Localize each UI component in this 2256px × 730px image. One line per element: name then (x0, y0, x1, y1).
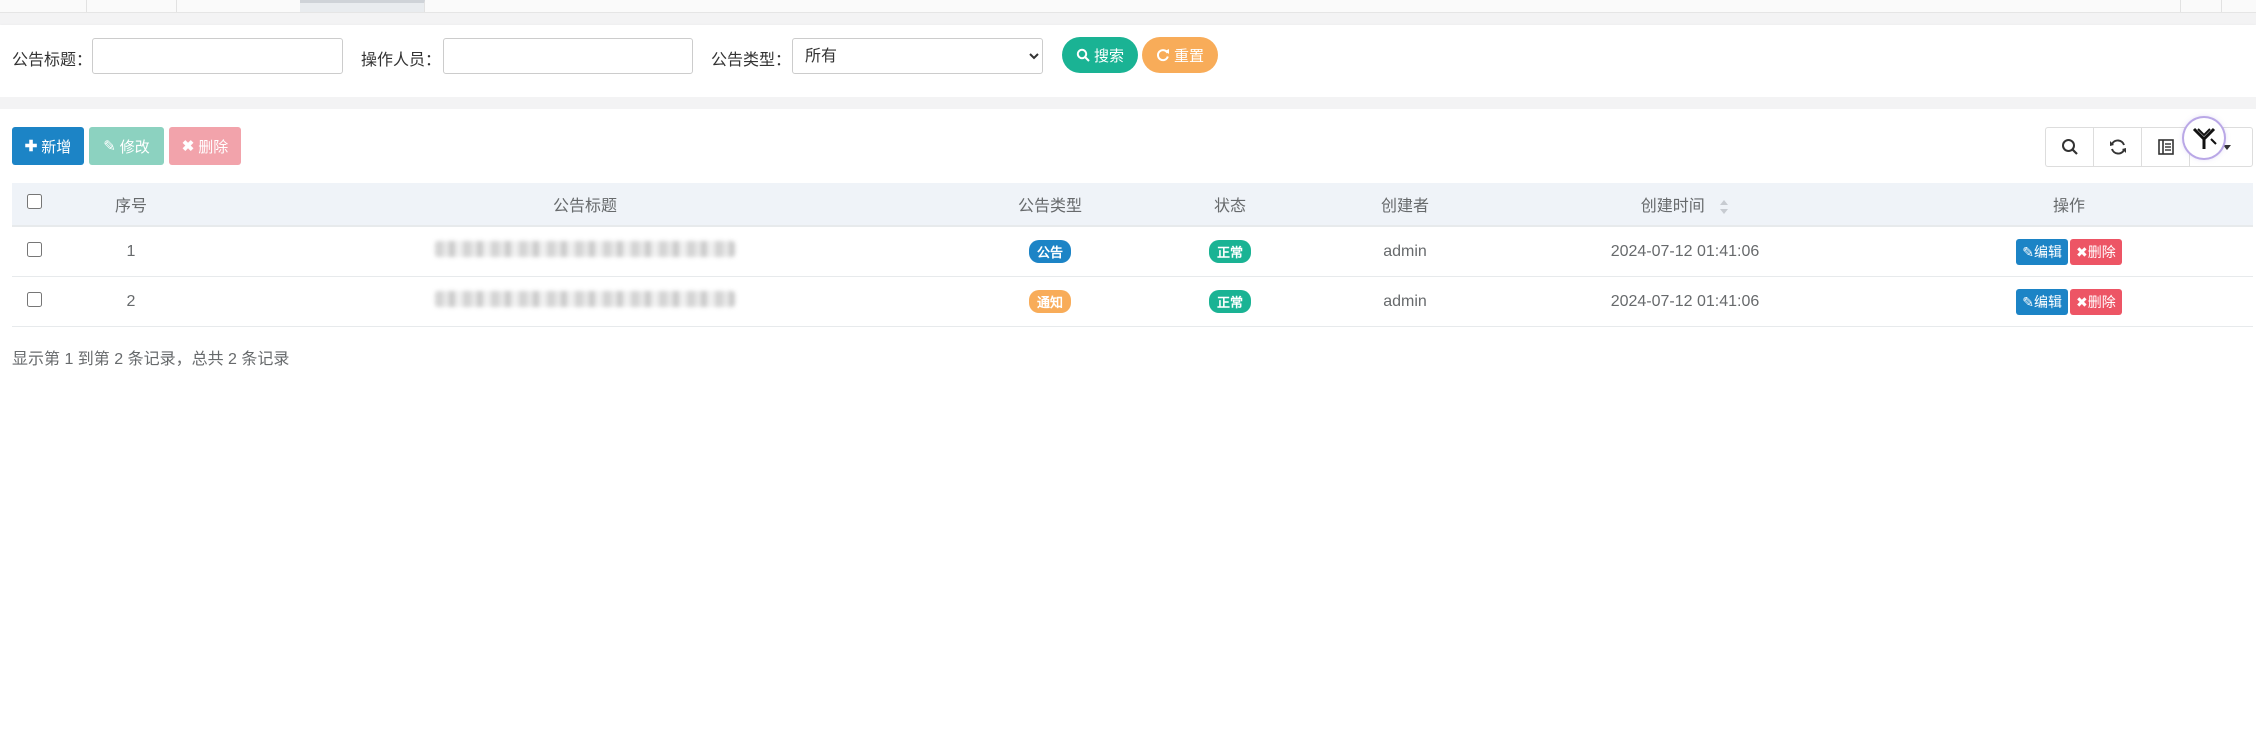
row-created: 2024-07-12 01:41:06 (1485, 276, 1885, 327)
redacted-text (435, 291, 735, 307)
table-row[interactable]: 2 通知 正常 admin 2024-07-12 01:41:06 ✎编辑 ✖删除 (12, 276, 2253, 327)
table-row[interactable]: 1 公告 正常 admin 2024-07-12 01:41:06 ✎编辑 ✖删除 (12, 226, 2253, 277)
row-actions: ✎编辑 ✖删除 (1885, 276, 2253, 327)
row-status-cell: 正常 (1135, 226, 1325, 277)
select-all-cell (12, 183, 57, 227)
table-header-row: 序号 公告标题 公告类型 状态 创建者 创建时间 操作 (12, 183, 2253, 227)
status-badge: 正常 (1208, 290, 1251, 313)
assistant-logo-icon (2192, 127, 2217, 149)
select-all-checkbox[interactable] (27, 194, 42, 209)
row-creator: admin (1325, 276, 1485, 327)
notice-table: 序号 公告标题 公告类型 状态 创建者 创建时间 操作 1 公告 正常 admi… (12, 183, 2253, 327)
row-title-redacted (205, 226, 965, 277)
row-checkbox[interactable] (27, 241, 42, 257)
row-actions: ✎编辑 ✖删除 (1885, 226, 2253, 277)
column-header-creator: 创建者 (1325, 183, 1485, 227)
separator (0, 13, 2256, 25)
row-title-redacted (205, 276, 965, 327)
close-icon: ✖ (181, 138, 195, 155)
column-header-actions: 操作 (1885, 183, 2253, 227)
assistant-floating-button[interactable] (2184, 118, 2224, 158)
add-button-label: 新增 (41, 138, 72, 156)
row-edit-button[interactable]: ✎编辑 (2016, 238, 2068, 265)
row-type-cell: 通知 (965, 276, 1135, 327)
column-header-title: 公告标题 (205, 183, 965, 227)
row-select-cell (12, 226, 57, 277)
tab-strip (0, 0, 2256, 13)
search-toggle-button[interactable] (2045, 127, 2093, 167)
row-edit-button[interactable]: ✎编辑 (2016, 288, 2068, 315)
tab-item-active[interactable] (300, 0, 425, 12)
row-created: 2024-07-12 01:41:06 (1485, 226, 1885, 277)
sort-icon (1720, 199, 1729, 214)
row-delete-label: 删除 (2087, 293, 2116, 310)
operator-filter-input[interactable] (443, 38, 693, 74)
column-header-created[interactable]: 创建时间 (1485, 183, 1885, 227)
row-checkbox[interactable] (27, 291, 42, 307)
delete-button[interactable]: ✖ 删除 (169, 127, 241, 165)
row-select-cell (12, 276, 57, 327)
column-header-type: 公告类型 (965, 183, 1135, 227)
row-edit-label: 编辑 (2034, 293, 2062, 310)
column-header-status: 状态 (1135, 183, 1325, 227)
row-index: 1 (57, 226, 205, 277)
refresh-icon (2109, 139, 2126, 155)
row-type-cell: 公告 (965, 226, 1135, 277)
title-filter-input[interactable] (92, 38, 343, 74)
operator-filter-label: 操作人员： (361, 52, 442, 69)
type-filter-label: 公告类型： (711, 52, 792, 69)
row-creator: admin (1325, 226, 1485, 277)
column-header-created-label: 创建时间 (1640, 198, 1705, 215)
row-delete-button[interactable]: ✖删除 (2070, 288, 2122, 315)
tab-item[interactable] (0, 0, 87, 12)
redacted-text (435, 241, 735, 257)
search-button-label: 搜索 (1094, 47, 1125, 65)
row-delete-button[interactable]: ✖删除 (2070, 238, 2122, 265)
separator (0, 97, 2256, 109)
edit-button[interactable]: ✎ 修改 (89, 127, 164, 165)
row-edit-label: 编辑 (2034, 243, 2062, 260)
tab-scroll-button[interactable] (2180, 0, 2222, 12)
add-button[interactable]: ✚ 新增 (12, 127, 84, 165)
search-form: 公告标题： 操作人员： 公告类型： 所有 搜索 重置 (0, 25, 2256, 97)
refresh-icon (1157, 49, 1169, 62)
delete-button-label: 删除 (198, 138, 229, 156)
row-delete-label: 删除 (2087, 243, 2116, 260)
reset-button[interactable]: 重置 (1142, 37, 1219, 73)
search-icon (1076, 48, 1090, 62)
plus-icon: ✚ (24, 138, 38, 155)
search-button[interactable]: 搜索 (1062, 37, 1139, 73)
title-filter-label: 公告标题： (12, 52, 93, 69)
column-header-index: 序号 (57, 183, 205, 227)
columns-icon (2157, 139, 2174, 155)
columns-button[interactable] (2141, 127, 2189, 167)
type-filter-select[interactable]: 所有 (792, 38, 1043, 74)
pagination-summary: 显示第 1 到第 2 条记录，总共 2 条记录 (12, 351, 290, 368)
row-index: 2 (57, 276, 205, 327)
edit-icon: ✎ (103, 138, 116, 155)
type-badge: 通知 (1028, 290, 1071, 313)
search-icon (2061, 139, 2078, 155)
type-badge: 公告 (1028, 240, 1071, 263)
edit-button-label: 修改 (119, 138, 150, 156)
refresh-button[interactable] (2093, 127, 2141, 167)
status-badge: 正常 (1208, 240, 1251, 263)
tab-item[interactable] (86, 0, 177, 12)
row-status-cell: 正常 (1135, 276, 1325, 327)
reset-button-label: 重置 (1174, 47, 1205, 65)
